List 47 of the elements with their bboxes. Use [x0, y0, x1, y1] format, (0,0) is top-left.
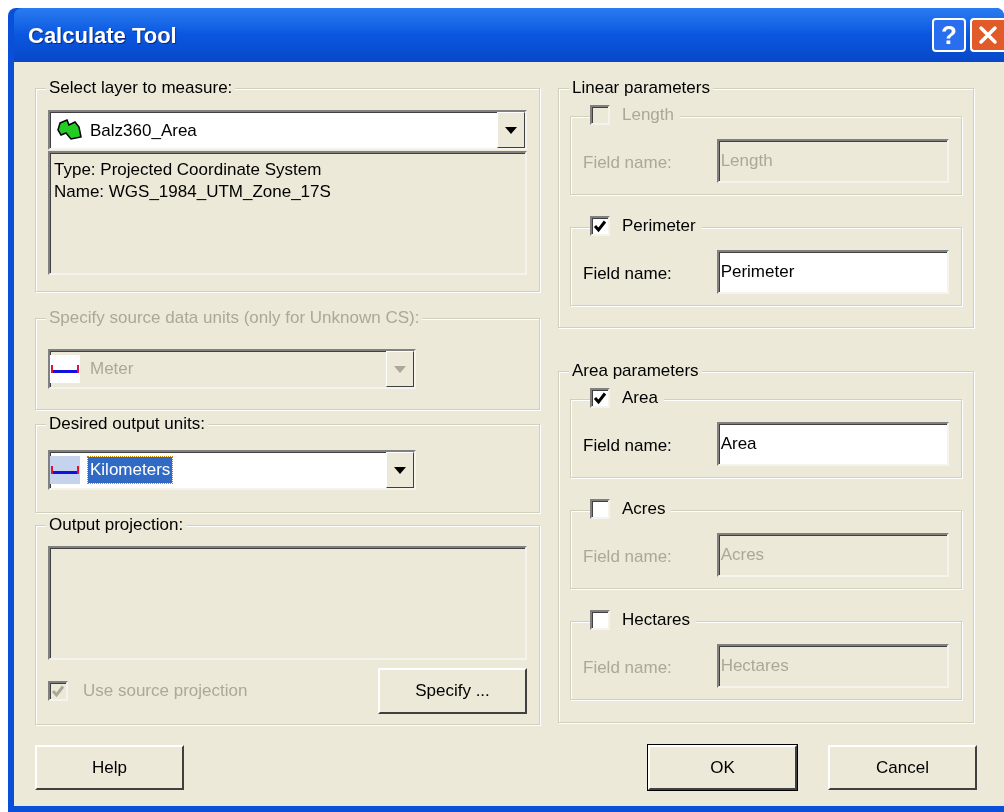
- layer-dropdown[interactable]: Balz360_Area: [48, 110, 527, 150]
- info-text: Type: Projected Coordinate System: [54, 159, 323, 181]
- checkbox-label: Perimeter: [622, 215, 696, 237]
- checkbox-label: Length: [622, 104, 674, 126]
- checkbox[interactable]: [590, 216, 610, 236]
- info-text: Name: WGS_1984_UTM_Zone_17S: [54, 181, 332, 203]
- checkbox[interactable]: [590, 499, 610, 519]
- field-label: Field name:: [583, 657, 673, 679]
- group-label: Select layer to measure:: [46, 78, 236, 98]
- group-label: Output projection:: [46, 515, 187, 535]
- caret-icon: [394, 466, 406, 474]
- group-label: Specify source data units (only for Unknown CS):: [46, 308, 423, 328]
- ruler-icon: [51, 363, 79, 375]
- field-name-input[interactable]: Area: [716, 422, 949, 466]
- checkbox-label: Use source projection: [83, 680, 249, 703]
- field-name-input[interactable]: Perimeter: [716, 250, 949, 294]
- caret-icon: [505, 126, 517, 134]
- polygon-layer-icon: [57, 119, 83, 141]
- field-label: Field name:: [583, 152, 673, 174]
- group-label: Area parameters: [569, 361, 702, 381]
- dropdown-value: Kilometers: [88, 457, 173, 483]
- field-label: Field name:: [583, 263, 673, 285]
- close-button[interactable]: [970, 18, 1004, 52]
- specify-button[interactable]: Specify ...: [378, 668, 527, 714]
- dropdown-value: Meter: [89, 358, 135, 380]
- window-title: Calculate Tool: [28, 21, 178, 50]
- dropdown-button[interactable]: [386, 351, 414, 387]
- group-label: Linear parameters: [569, 78, 713, 98]
- checkbox-label: Acres: [622, 498, 666, 520]
- checkbox[interactable]: [590, 610, 610, 630]
- units-dropdown[interactable]: Kilometers: [48, 450, 416, 490]
- dialog-button[interactable]: Cancel: [828, 745, 977, 790]
- field-label: Field name:: [583, 435, 673, 457]
- dropdown-button[interactable]: [386, 452, 414, 488]
- group-label: Desired output units:: [46, 414, 208, 434]
- dialog-button[interactable]: OK: [648, 745, 797, 790]
- ruler-icon: [51, 464, 79, 476]
- checkbox-label: Area: [622, 387, 658, 409]
- checkbox-label: Hectares: [622, 609, 691, 631]
- field-label: Field name:: [583, 546, 673, 568]
- caret-icon: [394, 365, 406, 373]
- help-button[interactable]: ?: [932, 18, 966, 52]
- dropdown-value: Balz360_Area: [90, 121, 198, 139]
- dialog-button[interactable]: Help: [35, 745, 184, 790]
- checkbox[interactable]: [590, 388, 610, 408]
- close-icon: [978, 25, 998, 45]
- dropdown-button[interactable]: [497, 112, 525, 148]
